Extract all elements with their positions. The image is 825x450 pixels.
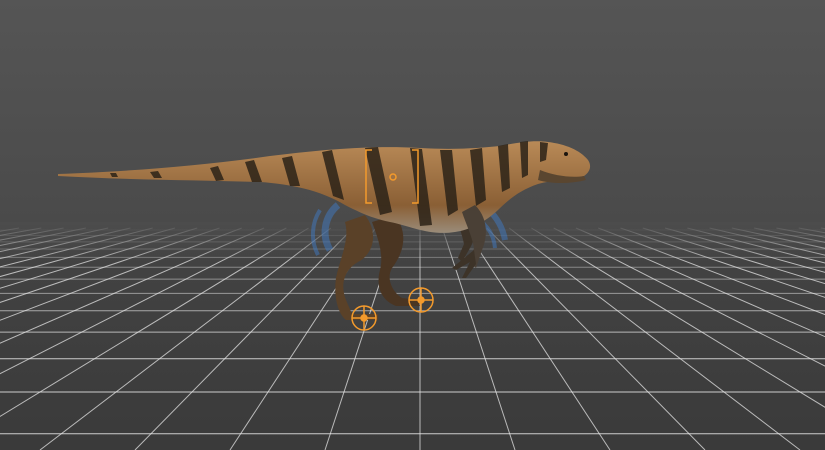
foot-handle-front[interactable]: [408, 287, 434, 313]
horizon-fade: [0, 222, 825, 262]
dinosaur-eye: [564, 152, 568, 156]
3d-viewport[interactable]: [0, 0, 825, 450]
foot-handle-rear[interactable]: [351, 305, 377, 331]
viewport-scene[interactable]: [0, 0, 825, 450]
